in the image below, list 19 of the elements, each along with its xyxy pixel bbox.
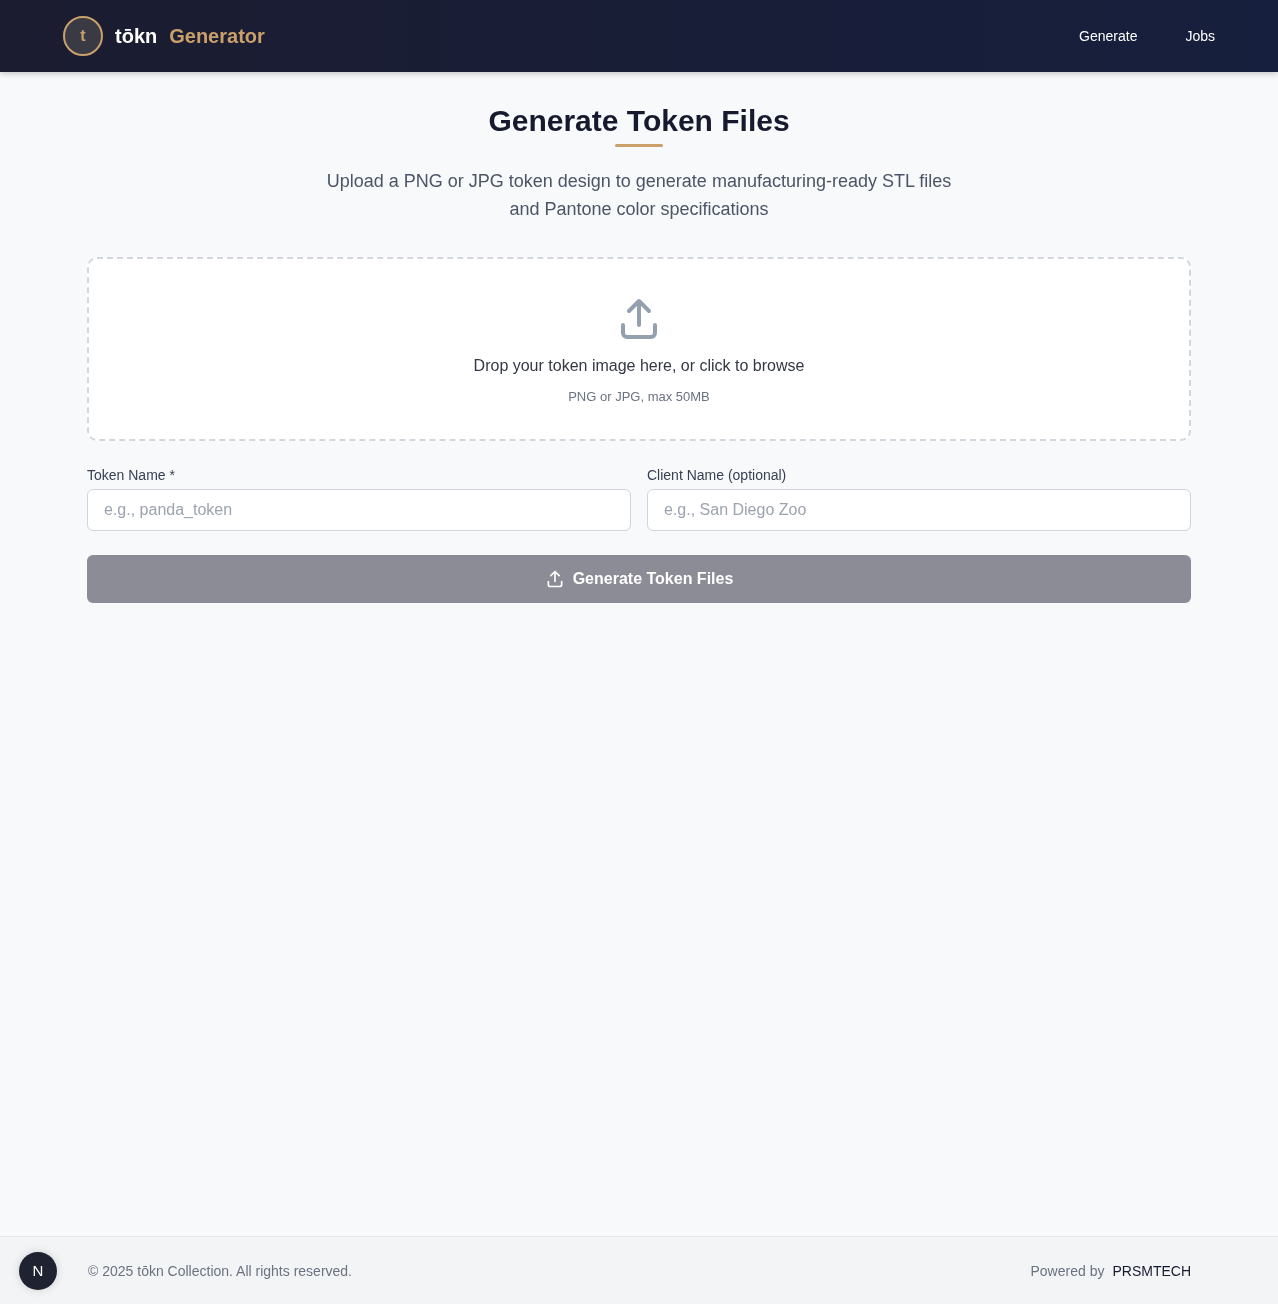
avatar-badge[interactable]: N — [19, 1251, 57, 1290]
dropzone-prompt: Drop your token image here, or click to browse — [473, 356, 805, 375]
logo-mark: t — [63, 16, 103, 56]
page-title: Generate Token Files — [488, 104, 790, 138]
field-label: Client Name (optional) — [647, 467, 788, 483]
page-subtitle: Upload a PNG or JPG token design to generate manufacturing-ready STL files and Pantone color specifications — [326, 170, 952, 221]
nav-link[interactable]: Jobs — [1173, 20, 1227, 52]
input-field[interactable]: e.g., San Diego Zoo — [647, 489, 1191, 531]
product-name: Generator — [169, 24, 265, 48]
powered-by-text: Powered by — [1030, 1262, 1105, 1279]
company-name: PRSMTECH — [1112, 1262, 1191, 1279]
title-underline — [615, 144, 663, 147]
dropzone-hint: PNG or JPG, max 50MB — [568, 388, 710, 404]
nav-link[interactable]: Generate — [1067, 20, 1150, 52]
input-field[interactable]: e.g., panda_token — [87, 489, 631, 531]
upload-dropzone[interactable]: Drop your token image here, or click to browse PNG or JPG, max 50MB — [87, 257, 1191, 441]
field-label: Token Name * — [87, 467, 176, 483]
brand-name: tōkn — [115, 24, 158, 48]
copyright-text: © 2025 tōkn Collection. All rights reserved. — [88, 1262, 353, 1279]
